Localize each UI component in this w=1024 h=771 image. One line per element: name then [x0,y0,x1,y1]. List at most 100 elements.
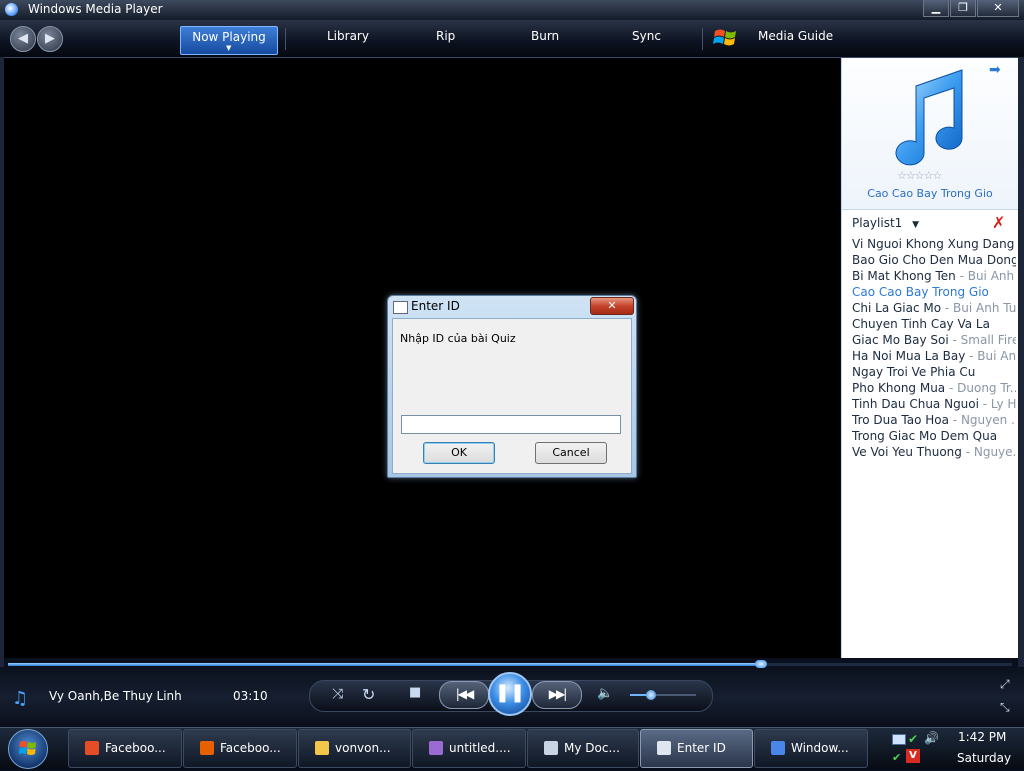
seek-bar[interactable] [4,660,1016,668]
list-pane: ➡ ☆☆☆☆☆ Cao Cao Bay Trong Gio Playlist1 … [841,58,1018,658]
minimize-button[interactable]: ▁ [923,0,949,17]
playlist-item[interactable]: Bao Gio Cho Den Mua Dong [852,252,1016,268]
taskbar-button-label: Enter ID [677,741,726,755]
title-bar: Windows Media Player ▁ ❐ ✕ [0,0,1024,20]
previous-button[interactable]: |◀◀ [439,681,489,709]
elapsed-time[interactable]: 03:10 [233,689,268,703]
playlist-item[interactable]: Tinh Dau Chua Nguoi - Ly Hai [852,396,1016,412]
tab-media-guide[interactable]: Media Guide [758,29,833,43]
playlist-item[interactable]: Pho Khong Mua - Duong Tr... [852,380,1016,396]
security-check-icon[interactable]: ✔ [892,751,901,764]
seek-thumb[interactable] [755,660,767,668]
playlist-item-title: Giac Mo Bay Soi [852,333,949,347]
clock-day[interactable]: Saturday [957,751,1011,765]
mute-speaker-icon[interactable]: 🔈 [597,686,613,701]
playlist-item[interactable]: Tro Dua Tao Hoa - Nguyen ... [852,412,1016,428]
playlist-item-artist: - Bui An... [969,349,1016,363]
document-icon [544,741,558,755]
ok-button[interactable]: OK [423,442,495,464]
clear-playlist-icon[interactable]: ✗ [992,213,1005,232]
tab-now-playing[interactable]: Now Playing ▼ [180,26,278,55]
music-note-icon: ♫ [12,688,29,709]
taskbar-button[interactable]: Window... [754,729,868,768]
window-title: Windows Media Player [28,2,163,16]
playlist-item-title: Cao Cao Bay Trong Gio [852,285,989,299]
volume-slider[interactable] [630,690,696,700]
chevron-down-icon: ▼ [226,44,232,52]
stop-icon[interactable]: ■ [409,685,421,700]
playlist-item[interactable]: Bi Mat Khong Ten - Bui Anh ... [852,268,1016,284]
media-player-icon [771,741,785,755]
playlist-item[interactable]: Ha Noi Mua La Bay - Bui An... [852,348,1016,364]
playlist-item-title: Chuyen Tinh Cay Va La [852,317,990,331]
playlist-item[interactable]: Chuyen Tinh Cay Va La [852,316,1016,332]
playlist-item-title: Pho Khong Mua [852,381,946,395]
shield-check-icon[interactable]: ✔ [908,732,918,746]
chevron-down-icon: ▼ [912,220,920,230]
playlist-item-artist: - Bui Anh Tu... [944,301,1016,315]
volume-icon[interactable]: 🔊 [924,731,939,745]
taskbar-button[interactable]: My Doc... [527,729,639,768]
folder-icon [315,741,329,755]
taskbar-button-label: Faceboo... [105,741,166,755]
network-icon[interactable] [892,734,906,745]
playlist-item-title: Ha Noi Mua La Bay [852,349,966,363]
nav-separator [702,28,703,50]
taskbar-button[interactable]: vonvon... [298,729,411,768]
pause-button[interactable]: ❚❚ [488,672,532,716]
dialog-close-button[interactable]: ✕ [590,297,634,315]
forward-arrow-icon[interactable]: ▶ [37,26,63,52]
taskbar-button[interactable]: Enter ID [640,729,753,768]
nav-bar: ◀ ▶ Now Playing ▼ Library Rip Burn Sync … [0,20,1024,58]
back-arrow-icon[interactable]: ◀ [10,26,36,52]
windows-logo-icon [19,741,36,755]
tab-rip[interactable]: Rip [436,29,455,43]
quiz-id-input[interactable] [401,415,621,434]
album-art-area: ➡ ☆☆☆☆☆ Cao Cao Bay Trong Gio [842,58,1018,210]
playlist-item[interactable]: Giac Mo Bay Soi - Small Fire [852,332,1016,348]
playlist-item-title: Vi Nguoi Khong Xung Dang [852,237,1015,251]
repeat-icon[interactable]: ↻ [362,685,375,704]
now-playing-artist: Vy Oanh,Be Thuy Linh [49,689,182,703]
playlist-item[interactable]: Ngay Troi Ve Phia Cu [852,364,1016,380]
taskbar-button[interactable]: Faceboo... [183,729,297,768]
playlist-name: Playlist1 [852,216,903,230]
switch-to-skin-icon[interactable]: ⤢ [1000,677,1010,692]
taskbar-button-label: Faceboo... [220,741,281,755]
chrome-icon [85,741,99,755]
tab-burn[interactable]: Burn [531,29,559,43]
playlist-dropdown[interactable]: Playlist1 ▼ [852,216,919,230]
enter-id-dialog: Enter ID ✕ Nhập ID của bài Quiz OK Cance… [387,295,637,478]
playlist-item-title: Tro Dua Tao Hoa [852,413,949,427]
album-title-link[interactable]: Cao Cao Bay Trong Gio [842,187,1018,200]
taskbar-button-label: Window... [791,741,849,755]
playlist-item[interactable]: Chi La Giac Mo - Bui Anh Tu... [852,300,1016,316]
playlist-item-title: Tinh Dau Chua Nguoi [852,397,979,411]
dialog-body: Nhập ID của bài Quiz OK Cancel [392,318,632,474]
shuffle-icon[interactable]: ⤨ [332,686,343,702]
playlist-item[interactable]: Cao Cao Bay Trong Gio [852,284,1016,300]
expand-arrow-icon[interactable]: ➡ [989,62,1001,78]
restore-button[interactable]: ❐ [950,0,976,17]
taskbar-button[interactable]: untitled.... [412,729,526,768]
playlist-item[interactable]: Ve Voi Yeu Thuong - Nguye... [852,444,1016,460]
cancel-button[interactable]: Cancel [535,442,607,464]
taskbar-button[interactable]: Faceboo... [68,729,182,768]
playlist-item-title: Bi Mat Khong Ten [852,269,956,283]
windows-flag-icon [713,29,736,46]
playlist-item[interactable]: Vi Nguoi Khong Xung Dang [852,236,1016,252]
antivirus-icon[interactable]: V [906,749,920,763]
start-button[interactable] [8,729,48,769]
playlist-item[interactable]: Trong Giac Mo Dem Qua [852,428,1016,444]
tab-library[interactable]: Library [327,29,369,43]
dialog-window-icon [393,301,408,314]
next-button[interactable]: ▶▶| [532,681,582,709]
close-button[interactable]: ✕ [977,0,1019,17]
media-player-logo-icon [5,3,18,16]
tab-sync[interactable]: Sync [632,29,661,43]
clock-time[interactable]: 1:42 PM [958,730,1006,744]
fullscreen-icon[interactable]: ⤡ [1000,700,1010,715]
rating-stars[interactable]: ☆☆☆☆☆ [897,169,942,182]
paint-icon [429,741,443,755]
volume-knob[interactable] [646,690,656,700]
